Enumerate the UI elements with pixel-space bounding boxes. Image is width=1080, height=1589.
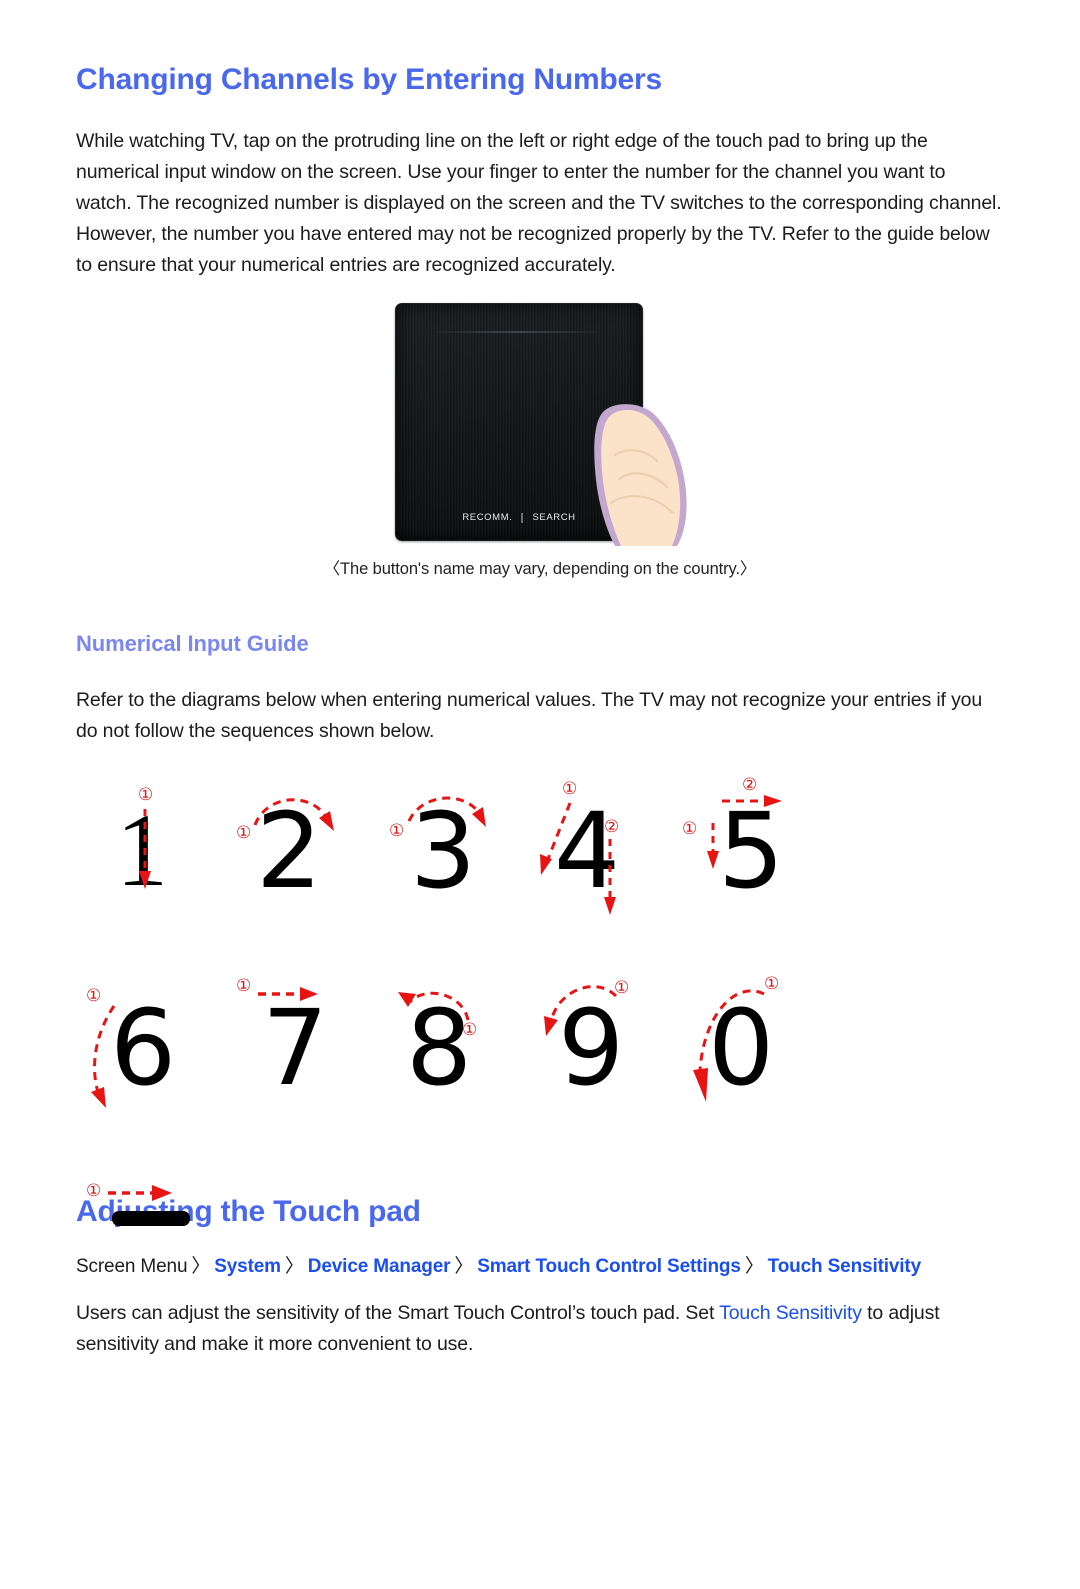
digit-cell-9: 9 ① — [526, 974, 676, 1149]
stroke-arrow-7-1 — [258, 987, 318, 1001]
touch-sensitivity-link[interactable]: Touch Sensitivity — [719, 1302, 862, 1324]
intro-paragraph: While watching TV, tap on the protruding… — [76, 130, 1002, 276]
stroke-arrow-2-1 — [253, 798, 334, 831]
stroke-arrow-1-1 — [139, 809, 151, 889]
stroke-arrow-3-1 — [407, 796, 486, 827]
search-label: SEARCH — [532, 512, 576, 523]
digit-cell-5: 5 ① ② — [676, 777, 826, 952]
digit-row-bottom: 6 ① 7 ① 8 ① 9 ① 0 ① — [76, 974, 1004, 1149]
numerical-guide-paragraph: Refer to the diagrams below when enterin… — [76, 689, 983, 742]
stroke-order-diagram: 1 ① 2 ① 3 ① 4 ① ② 5 ① ② 6 ① 7 ① 8 ① 9 ① … — [76, 777, 1004, 1226]
digit-row-top: 1 ① 2 ① 3 ① 4 ① ② 5 ① ② — [76, 777, 1004, 952]
stroke-arrow-8-1 — [398, 991, 470, 1021]
digit-cell-6: 6 ① — [76, 974, 226, 1149]
stroke-arrow-4 — [540, 802, 616, 915]
touch-point-indicator — [602, 408, 635, 437]
digit-cell-3: 3 ① — [376, 777, 526, 952]
digit-cell-dash: ① — [76, 1171, 226, 1261]
recomm-label: RECOMM. — [462, 512, 513, 523]
digit-cell-8: 8 ① — [376, 974, 526, 1149]
touchpad-scene: RECOMM. SEARCH — [395, 303, 687, 546]
digit-cell-2: 2 ① — [226, 777, 376, 952]
figure-caption: 〈The button's name may vary, depending o… — [323, 560, 757, 578]
digit-cell-0: 0 ① — [676, 974, 826, 1149]
page-title: Changing Channels by Entering Numbers — [76, 63, 662, 96]
stroke-arrow-9-1 — [544, 985, 618, 1036]
closing-paragraph: Users can adjust the sensitivity of the … — [76, 1298, 1004, 1360]
stroke-arrow-6-1 — [91, 1005, 116, 1108]
touchpad-figure: RECOMM. SEARCH 〈The button's name may va… — [76, 303, 1004, 579]
touchpad-button-labels: RECOMM. SEARCH — [395, 512, 643, 523]
digit-cell-7: 7 ① — [226, 974, 376, 1149]
stroke-arrow-0-1 — [693, 989, 765, 1102]
stroke-arrow-dash-1 — [108, 1185, 172, 1201]
stroke-arrow-5 — [707, 795, 782, 869]
closing-paragraph-part1: Users can adjust the sensitivity of the … — [76, 1302, 720, 1324]
document-page: Changing Channels by Entering Numbers Wh… — [0, 62, 1080, 1589]
protruding-line — [437, 331, 599, 333]
label-separator-icon — [521, 512, 524, 523]
numerical-input-guide-heading: Numerical Input Guide — [76, 631, 309, 656]
digit-cell-1: 1 ① — [76, 777, 226, 952]
digit-cell-4: 4 ① ② — [526, 777, 676, 952]
digit-row-dash: ① — [76, 1149, 1004, 1261]
